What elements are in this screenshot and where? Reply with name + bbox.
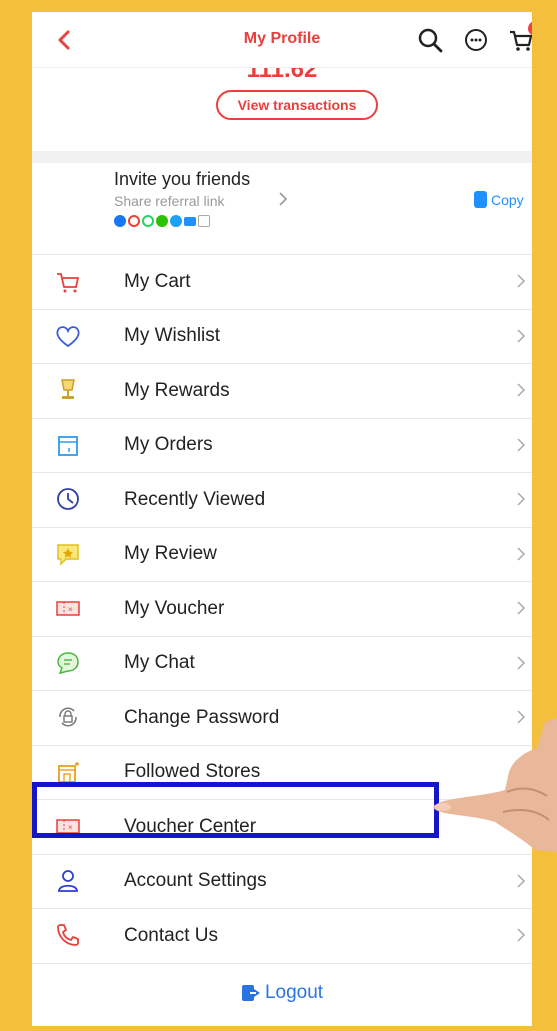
heart-icon	[56, 325, 80, 347]
menu-item-label: Account Settings	[124, 870, 267, 892]
copy-label: Copy	[491, 191, 524, 208]
menu-item-label: Change Password	[124, 706, 280, 728]
menu-item-label: Contact Us	[124, 924, 218, 946]
menu-item-account-settings[interactable]: Account Settings	[32, 855, 532, 909]
search-icon[interactable]	[416, 26, 444, 54]
twitter-icon[interactable]	[170, 215, 182, 227]
email-icon[interactable]	[184, 216, 196, 226]
copy-button[interactable]: Copy	[474, 191, 524, 208]
page-title: My Profile	[243, 30, 321, 47]
top-bar: My Profile 1	[32, 12, 532, 68]
menu-item-contact-us[interactable]: Contact Us	[32, 909, 532, 964]
social-share-icons	[114, 215, 210, 227]
menu-item-my-voucher[interactable]: × My Voucher	[32, 582, 532, 637]
menu-item-label: My Review	[124, 543, 217, 565]
store-icon	[58, 761, 79, 783]
wechat-icon[interactable]	[156, 215, 168, 227]
whatsapp-icon[interactable]	[142, 215, 154, 227]
sms-icon[interactable]	[198, 215, 210, 227]
menu-item-my-orders[interactable]: My Orders	[32, 419, 532, 473]
review-bubble-icon	[57, 543, 79, 566]
menu-item-label: Voucher Center	[124, 815, 257, 837]
chevron-right-icon	[279, 192, 288, 206]
chevron-right-icon	[517, 928, 526, 942]
facebook-icon[interactable]	[114, 215, 126, 227]
menu-item-recently-viewed[interactable]: Recently Viewed	[32, 473, 532, 528]
chevron-right-icon	[517, 546, 526, 561]
menu-item-my-wishlist[interactable]: My Wishlist	[32, 310, 532, 364]
chevron-right-icon	[517, 601, 526, 615]
menu-item-label: My Wishlist	[124, 325, 221, 347]
chat-bubble-icon[interactable]	[462, 26, 490, 54]
phone-icon	[57, 924, 79, 946]
view-transactions-button[interactable]: View transactions	[216, 90, 378, 120]
person-icon	[58, 869, 78, 892]
cart-icon	[57, 273, 79, 293]
voucher-icon: ×	[56, 601, 80, 616]
balance-section: 111.62 View transactions	[32, 58, 532, 162]
menu-item-my-rewards[interactable]: My Rewards	[32, 364, 532, 419]
logout-icon	[241, 985, 260, 1001]
menu-item-label: Recently Viewed	[124, 488, 266, 510]
google-icon[interactable]	[128, 215, 140, 227]
menu-item-label: My Cart	[124, 270, 191, 292]
profile-menu: My Cart My Wishlist My Rewards My Orders…	[32, 255, 532, 964]
chevron-right-icon	[517, 873, 526, 888]
orders-box-icon	[58, 435, 78, 456]
section-divider	[32, 151, 532, 163]
chevron-right-icon	[517, 437, 526, 452]
chat-icon	[57, 651, 79, 674]
menu-item-label: My Orders	[124, 434, 213, 456]
svg-text:×: ×	[68, 605, 73, 614]
menu-item-label: Followed Stores	[124, 761, 261, 783]
lock-refresh-icon	[59, 707, 77, 727]
pointing-hand-image	[433, 718, 557, 852]
chevron-right-icon	[517, 274, 526, 288]
menu-item-my-review[interactable]: My Review	[32, 528, 532, 582]
trophy-icon	[61, 379, 75, 399]
chevron-right-icon	[517, 492, 526, 506]
svg-text:×: ×	[68, 823, 73, 832]
menu-item-my-chat[interactable]: My Chat	[32, 637, 532, 691]
menu-item-label: My Voucher	[124, 597, 225, 619]
menu-item-my-cart[interactable]: My Cart	[32, 255, 532, 310]
logout-label: Logout	[264, 982, 324, 1003]
profile-screen: My Profile 1 111.62 View transactions In…	[32, 12, 532, 1026]
chevron-right-icon	[517, 328, 526, 343]
logout-button[interactable]: Logout	[32, 982, 532, 1004]
voucher-center-icon: ×	[56, 819, 80, 834]
cart-button[interactable]: 1	[508, 21, 532, 54]
invite-title: Invite you friends	[114, 169, 251, 189]
menu-item-label: My Rewards	[124, 379, 230, 401]
clipboard-icon	[474, 191, 487, 208]
menu-item-label: My Chat	[124, 652, 195, 674]
clock-icon	[57, 488, 79, 510]
chevron-right-icon	[517, 655, 526, 670]
invite-friends-row[interactable]: Invite you friends Share referral link C…	[32, 163, 532, 255]
chevron-right-icon	[517, 383, 526, 397]
share-referral-link[interactable]: Share referral link	[114, 193, 225, 209]
